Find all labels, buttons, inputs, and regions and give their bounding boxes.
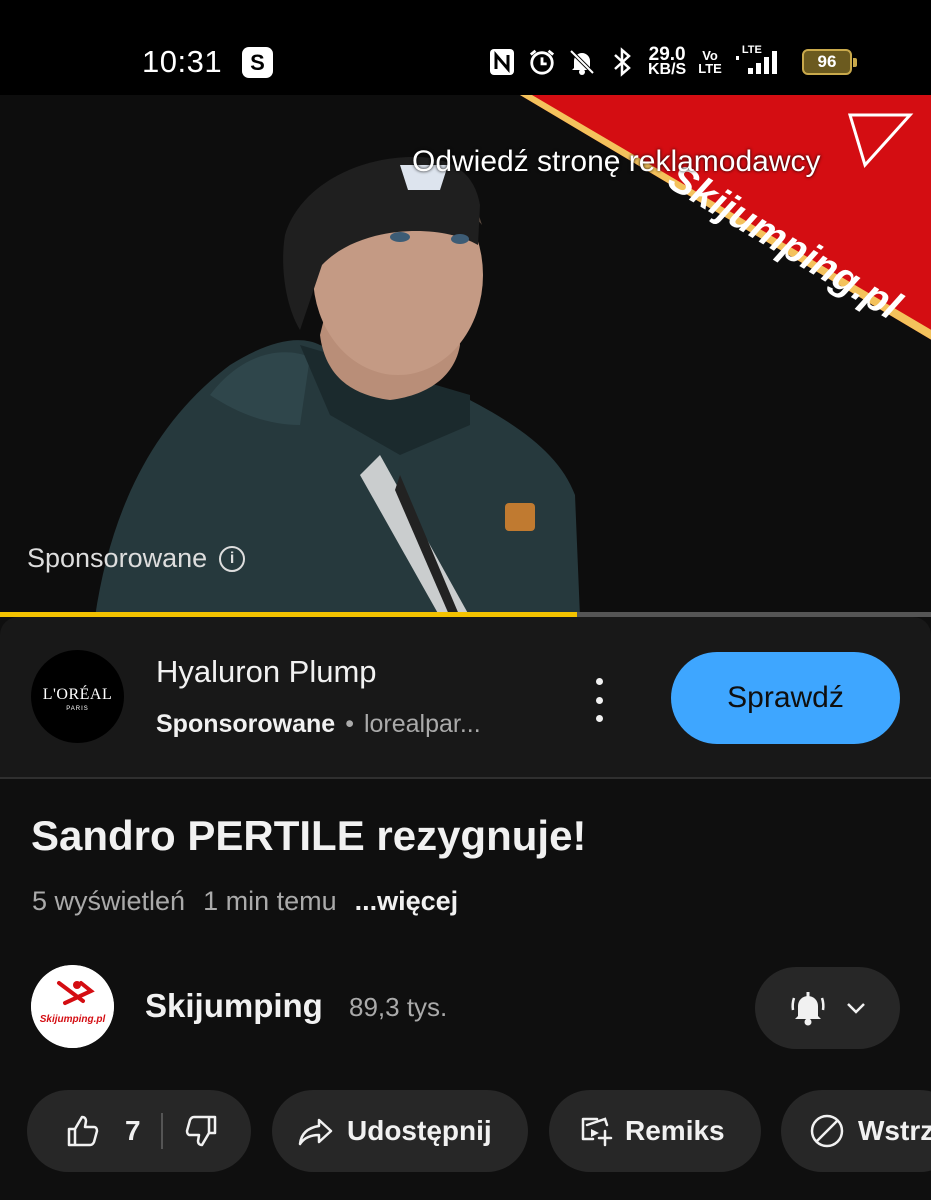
more-link[interactable]: ...więcej [355, 886, 459, 917]
notification-bell-button[interactable] [755, 967, 900, 1049]
subscriber-count: 89,3 tys. [349, 992, 448, 1022]
advertiser-banner[interactable]: Skijumping.pl [520, 95, 931, 345]
video-player[interactable]: Skijumping.pl Odwiedź stronę reklamodawc… [0, 95, 931, 617]
remix-button[interactable]: Remiks [549, 1090, 761, 1172]
sponsored-overlay[interactable]: Sponsorowane i [27, 543, 246, 574]
like-dislike-chip: 7 [27, 1090, 251, 1172]
advertiser-logo[interactable]: L'ORÉAL PARIS [31, 650, 124, 743]
ad-title[interactable]: Hyaluron Plump [156, 654, 377, 690]
video-title[interactable]: Sandro PERTILE rezygnuje! [31, 812, 586, 860]
app-notification-badge: S [242, 47, 273, 78]
battery-indicator: 96 [802, 49, 857, 75]
dislike-icon[interactable] [181, 1111, 221, 1151]
chip-separator [160, 1113, 163, 1149]
info-icon[interactable]: i [219, 545, 246, 572]
like-icon[interactable] [63, 1111, 103, 1151]
download-button[interactable]: Wstrz [781, 1090, 931, 1172]
clock: 10:31 [142, 44, 223, 79]
chevron-down-icon [846, 1003, 865, 1014]
channel-name[interactable]: Skijumping [145, 987, 323, 1025]
share-label: Udostępnij [347, 1115, 492, 1146]
divider [0, 777, 931, 779]
nfc-icon [488, 48, 516, 76]
more-options-icon[interactable] [588, 678, 610, 722]
alarm-icon [528, 48, 556, 76]
upload-time: 1 min temu [203, 886, 337, 916]
separator-dot: • [345, 710, 354, 738]
like-count[interactable]: 7 [125, 1115, 141, 1147]
download-label: Wstrz [858, 1115, 931, 1146]
cta-button[interactable]: Sprawdź [671, 652, 900, 744]
share-button[interactable]: Udostępnij [272, 1090, 528, 1172]
video-meta[interactable]: 5 wyświetleń 1 min temu ...więcej [32, 886, 458, 917]
volte-indicator: Vo LTE [698, 48, 722, 76]
visit-advertiser-link[interactable]: Odwiedź stronę reklamodawcy [412, 145, 821, 179]
channel-avatar[interactable]: Skijumping.pl [31, 965, 114, 1048]
remix-label: Remiks [625, 1115, 725, 1146]
status-bar: 10:31 S 29.0 KB/S Vo LTE LTE 96 [0, 0, 931, 95]
bell-icon [790, 992, 825, 1026]
network-speed: 29.0 KB/S [648, 44, 687, 78]
share-icon [298, 1118, 333, 1146]
bluetooth-icon [608, 47, 636, 77]
svg-text:Skijumping.pl: Skijumping.pl [40, 1014, 106, 1025]
blocked-icon [810, 1114, 844, 1148]
sponsored-label: Sponsorowane [27, 543, 208, 573]
ad-domain: lorealpar... [363, 710, 481, 738]
signal-icon: LTE [734, 44, 780, 76]
mute-icon [568, 48, 596, 76]
ad-subtitle: Sponsorowane • lorealpar... [156, 710, 481, 739]
remix-icon [581, 1117, 613, 1147]
status-icons: 29.0 KB/S Vo LTE LTE [488, 44, 780, 80]
view-count: 5 wyświetleń [32, 886, 186, 916]
ad-sponsored-label: Sponsorowane [156, 710, 336, 738]
